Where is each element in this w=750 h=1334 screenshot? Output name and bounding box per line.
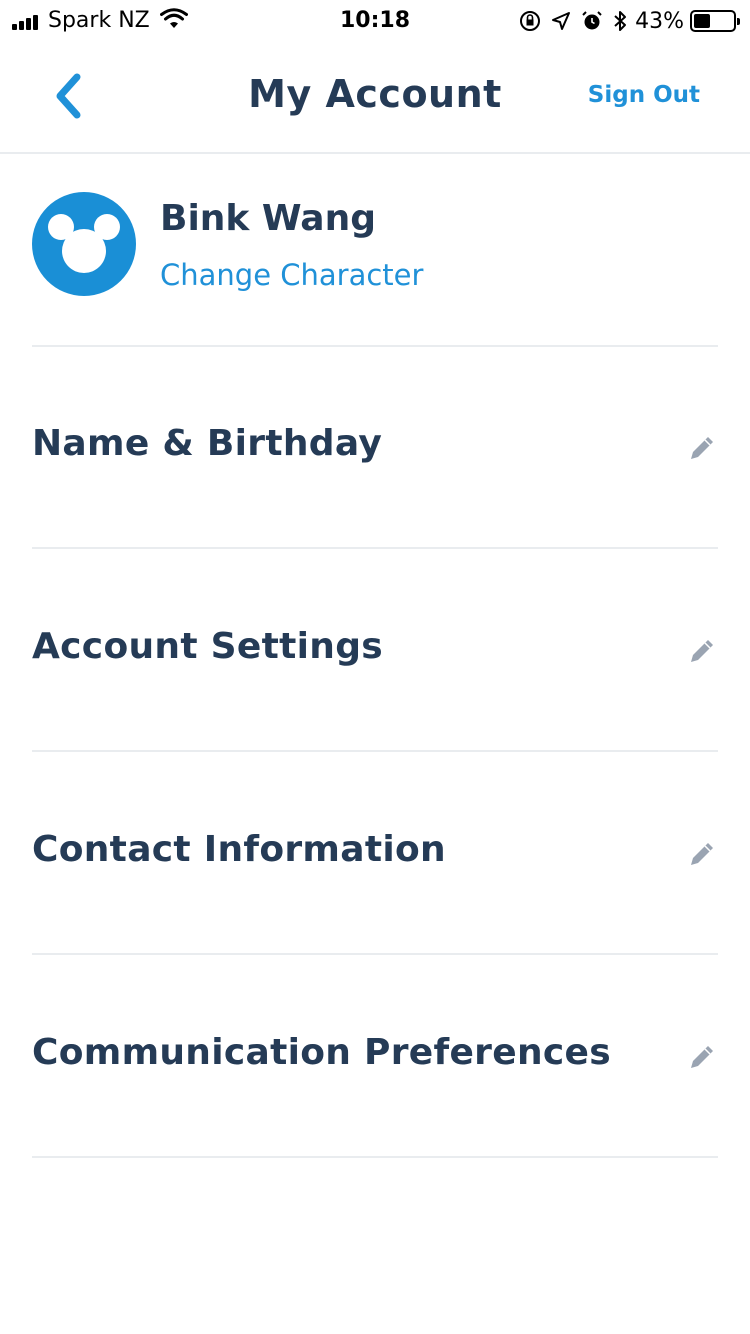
pencil-icon[interactable] xyxy=(686,838,718,870)
profile-section: Bink Wang Change Character xyxy=(32,154,718,347)
battery-nub xyxy=(737,18,740,25)
pencil-icon[interactable] xyxy=(686,432,718,464)
sign-out-button[interactable]: Sign Out xyxy=(588,82,700,108)
row-name-birthday[interactable]: Name & Birthday xyxy=(32,346,718,549)
row-contact-information[interactable]: Contact Information xyxy=(32,752,718,955)
status-bar: Spark NZ 10:18 43% xyxy=(0,0,750,40)
alarm-icon xyxy=(581,10,603,32)
row-label: Communication Preferences xyxy=(32,1032,611,1073)
row-account-settings[interactable]: Account Settings xyxy=(32,549,718,752)
location-arrow-icon xyxy=(551,11,571,31)
mickey-head-icon xyxy=(48,214,120,273)
navigation-bar: My Account Sign Out xyxy=(0,40,750,154)
status-right: 43% xyxy=(509,6,740,36)
avatar[interactable] xyxy=(32,192,136,296)
bluetooth-icon xyxy=(613,10,627,32)
row-communication-preferences[interactable]: Communication Preferences xyxy=(32,955,718,1158)
row-label: Name & Birthday xyxy=(32,423,383,464)
change-character-link[interactable]: Change Character xyxy=(160,258,423,292)
profile-name: Bink Wang xyxy=(160,198,376,239)
orientation-lock-icon xyxy=(519,10,541,32)
pencil-icon[interactable] xyxy=(686,1041,718,1073)
battery-percent: 43% xyxy=(635,8,684,34)
row-label: Contact Information xyxy=(32,829,446,870)
row-label: Account Settings xyxy=(32,626,384,667)
battery-icon xyxy=(690,10,740,32)
battery-fill xyxy=(694,14,711,28)
pencil-icon[interactable] xyxy=(686,635,718,667)
